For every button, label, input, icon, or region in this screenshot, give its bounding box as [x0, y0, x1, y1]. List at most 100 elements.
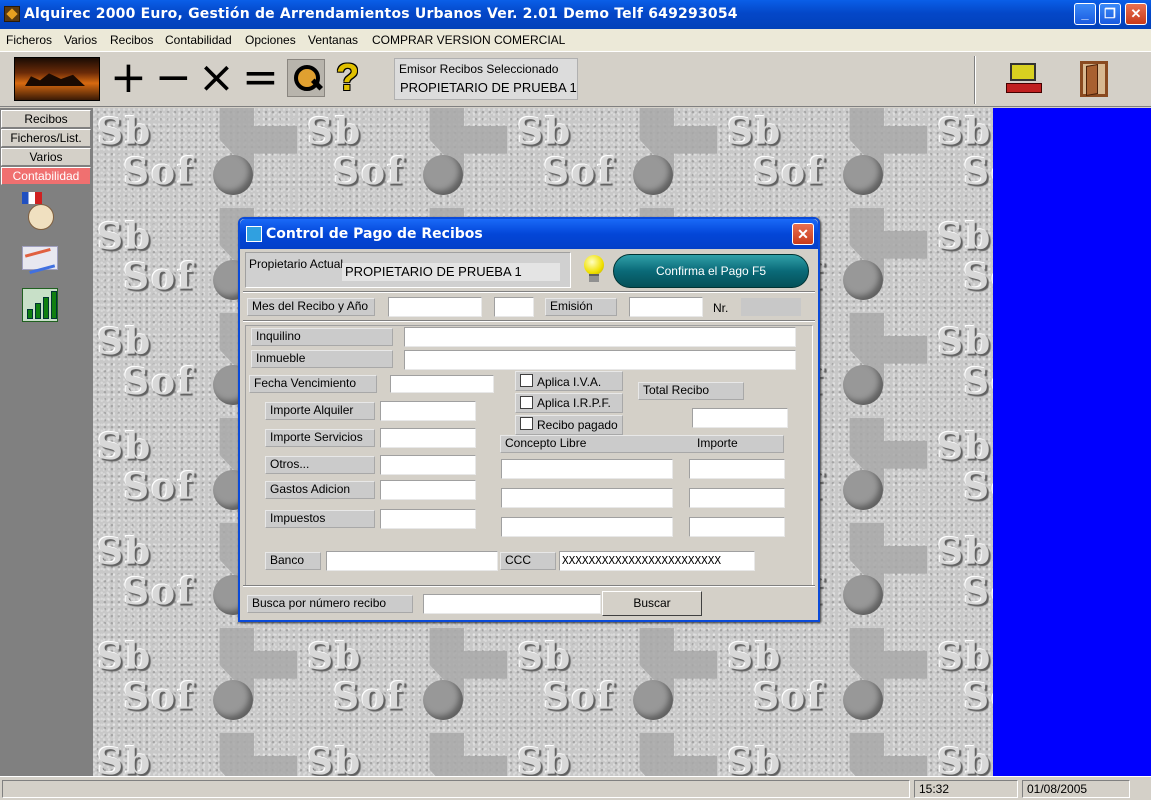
sidebar-tab-recibos[interactable]: Recibos	[1, 110, 91, 128]
dialog-close-button[interactable]: ✕	[792, 223, 814, 245]
sidebar-tab-contabilidad[interactable]: Contabilidad	[1, 167, 91, 185]
watermark-sb: Sb	[97, 321, 153, 363]
concepto-field-1[interactable]	[501, 459, 673, 479]
menu-ventanas[interactable]: Ventanas	[308, 33, 358, 47]
inquilino-field[interactable]	[404, 327, 796, 347]
watermark-sof: Sof	[123, 466, 195, 508]
watermark-sof: Sof	[963, 466, 993, 508]
search-icon[interactable]	[287, 59, 325, 97]
watermark-sof: Sof	[963, 571, 993, 613]
multiply-icon[interactable]: ×	[198, 56, 235, 100]
busca-recibo-field[interactable]	[423, 594, 601, 614]
money-bag-icon[interactable]	[22, 192, 58, 232]
watermark-sb: Sb	[517, 636, 573, 678]
mes-label: Mes del Recibo y Año	[247, 298, 375, 316]
menu-ficheros[interactable]: Ficheros	[6, 33, 52, 47]
fecha-vencimiento-field[interactable]	[390, 375, 494, 393]
total-recibo-label: Total Recibo	[638, 382, 744, 400]
watermark-ball	[843, 365, 883, 405]
busca-recibo-label: Busca por número recibo	[247, 595, 413, 613]
watermark-tile: SbSof	[303, 733, 513, 776]
year-field[interactable]	[494, 297, 534, 317]
concepto-importe-field-2[interactable]	[689, 488, 785, 508]
watermark-sb: Sb	[97, 531, 153, 573]
emision-field[interactable]	[629, 297, 703, 317]
aplica-irpf-checkbox[interactable]	[520, 396, 533, 409]
gastos-adicion-field[interactable]	[380, 480, 476, 500]
watermark-tile: SbSof	[933, 313, 993, 417]
watermark-sb: Sb	[97, 111, 153, 153]
watermark-sof: Sof	[123, 256, 195, 298]
minimize-button[interactable]: _	[1074, 3, 1096, 25]
ccc-field[interactable]: XXXXXXXXXXXXXXXXXXXXXXXX	[559, 551, 755, 571]
maximize-button[interactable]: ❐	[1099, 3, 1121, 25]
watermark-tile: SbSof	[513, 628, 723, 732]
status-main	[2, 780, 910, 798]
emisor-panel: Emisor Recibos Seleccionado PROPIETARIO …	[394, 58, 578, 100]
concepto-field-3[interactable]	[501, 517, 673, 537]
watermark-ball	[633, 680, 673, 720]
importe-alquiler-field[interactable]	[380, 401, 476, 421]
watermark-sb: Sb	[937, 321, 993, 363]
computer-icon[interactable]	[1006, 61, 1042, 97]
bar-chart-icon[interactable]	[22, 288, 58, 322]
equals-icon[interactable]: =	[242, 56, 279, 100]
watermark-tile: SbSof	[933, 208, 993, 312]
confirm-payment-button[interactable]: Confirma el Pago F5	[613, 254, 809, 288]
concepto-importe-field-1[interactable]	[689, 459, 785, 479]
close-button[interactable]: ✕	[1125, 3, 1147, 25]
watermark-tile: SbSof	[93, 108, 303, 207]
watermark-sof: Sof	[123, 676, 195, 718]
sidebar-tab-varios[interactable]: Varios	[1, 148, 91, 166]
menu-comprar-version[interactable]: COMPRAR VERSION COMERCIAL	[372, 33, 565, 47]
concepto-importe-field-3[interactable]	[689, 517, 785, 537]
watermark-sb: Sb	[937, 531, 993, 573]
aplica-iva-checkbox[interactable]	[520, 374, 533, 387]
propietario-label: Propietario Actual	[249, 257, 344, 271]
watermark-tile: SbSof	[933, 733, 993, 776]
recibo-pagado-checkbox[interactable]	[520, 417, 533, 430]
concepto-field-2[interactable]	[501, 488, 673, 508]
watermark-tile: SbSof	[303, 628, 513, 732]
watermark-sof: Sof	[963, 676, 993, 718]
emisor-value: PROPIETARIO DE PRUEBA 1	[400, 80, 577, 95]
watermark-tile: SbSof	[513, 733, 723, 776]
status-time: 15:32	[914, 780, 1018, 798]
window-title: Alquirec 2000 Euro, Gestión de Arrendami…	[24, 6, 738, 22]
watermark-ball	[843, 155, 883, 195]
emisor-label: Emisor Recibos Seleccionado	[399, 62, 559, 76]
subtract-icon[interactable]: −	[155, 56, 192, 100]
emision-label: Emisión	[545, 298, 617, 316]
menu-bar: Ficheros Varios Recibos Contabilidad Opc…	[0, 29, 1151, 51]
help-icon[interactable]: ?	[336, 58, 359, 98]
watermark-sof: Sof	[333, 151, 405, 193]
dialog-app-icon	[246, 226, 262, 242]
watermark-sb: Sb	[97, 426, 153, 468]
watermark-sb: Sb	[937, 636, 993, 678]
total-recibo-field[interactable]	[692, 408, 788, 428]
exit-door-icon[interactable]	[1076, 59, 1112, 99]
banco-field[interactable]	[326, 551, 498, 571]
menu-varios[interactable]: Varios	[64, 33, 97, 47]
chart-line-icon[interactable]	[22, 246, 58, 270]
watermark-sof: Sof	[753, 151, 825, 193]
watermark-sof: Sof	[963, 151, 993, 193]
mes-field[interactable]	[388, 297, 482, 317]
add-icon[interactable]: +	[110, 56, 147, 100]
watermark-tile: SbSof	[723, 733, 933, 776]
inmueble-field[interactable]	[404, 350, 796, 370]
watermark-sb: Sb	[517, 111, 573, 153]
sunset-image-button[interactable]	[14, 57, 100, 101]
app-icon[interactable]	[4, 6, 20, 22]
importe-servicios-field[interactable]	[380, 428, 476, 448]
menu-recibos[interactable]: Recibos	[110, 33, 153, 47]
sidebar-tab-ficheros[interactable]: Ficheros/List.	[1, 129, 91, 147]
watermark-tile: SbSof	[303, 108, 513, 207]
menu-contabilidad[interactable]: Contabilidad	[165, 33, 232, 47]
buscar-button[interactable]: Buscar	[602, 591, 702, 616]
watermark-sof: Sof	[963, 361, 993, 403]
menu-opciones[interactable]: Opciones	[245, 33, 296, 47]
watermark-sof: Sof	[753, 676, 825, 718]
impuestos-field[interactable]	[380, 509, 476, 529]
otros-field[interactable]	[380, 455, 476, 475]
